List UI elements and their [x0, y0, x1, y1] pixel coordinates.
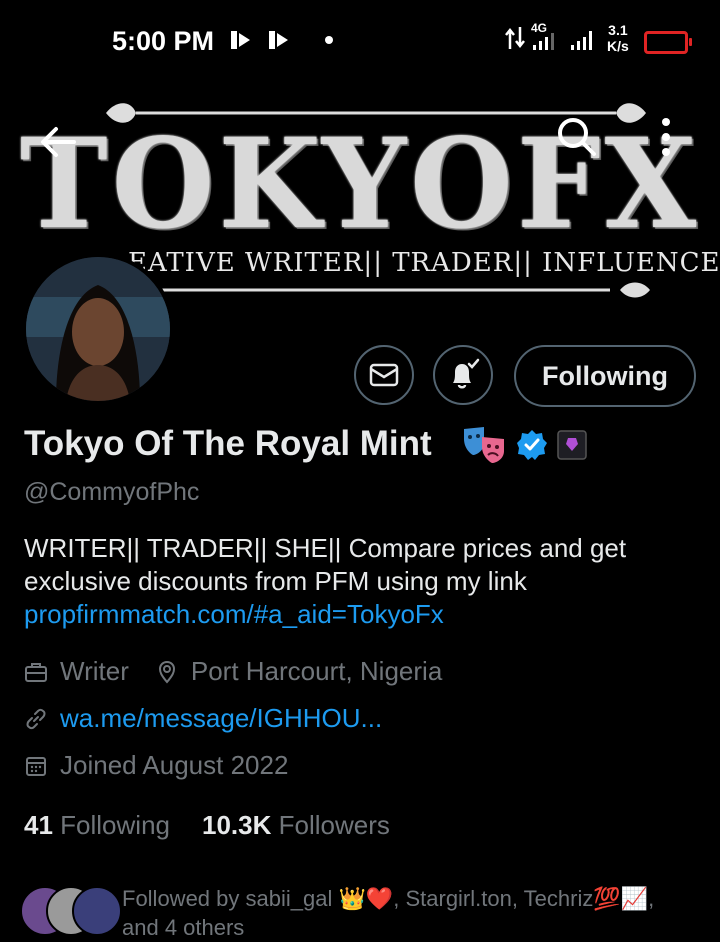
avatar [72, 886, 122, 936]
network-speed: 3.1 K/s [607, 22, 629, 54]
pin-icon [158, 660, 175, 684]
website-row: wa.me/message/IGHHOU... [24, 703, 382, 734]
profile-meta-row: Writer Port Harcourt, Nigeria [24, 656, 442, 687]
more-vertical-icon[interactable] [654, 114, 678, 160]
media-app-icon [231, 31, 250, 49]
display-name: Tokyo Of The Royal Mint [24, 424, 432, 463]
following-count: 41 [24, 810, 53, 840]
profession: Writer [60, 656, 129, 686]
follow-stats: 41 Following 10.3K Followers [24, 810, 390, 841]
link-icon [26, 708, 46, 729]
notification-dot-icon [325, 36, 333, 44]
calendar-icon [26, 756, 46, 776]
network-type: 4G [531, 21, 548, 35]
bio-text: WRITER|| TRADER|| SHE|| Compare prices a… [24, 533, 627, 596]
mutual-followers-avatars[interactable] [20, 886, 122, 936]
bell-check-icon [453, 358, 480, 389]
battery-icon [644, 31, 692, 54]
website-link[interactable]: wa.me/message/IGHHOU... [60, 703, 382, 734]
ornament-decoration [150, 282, 650, 298]
followed-by-text[interactable]: Followed by sabii_gal 👑❤️, Stargirl.ton,… [122, 884, 682, 942]
joined-row: Joined August 2022 [24, 750, 288, 781]
joined-date: Joined August 2022 [60, 750, 289, 780]
notifications-button[interactable] [433, 345, 493, 405]
following-button[interactable]: Following [514, 345, 696, 407]
envelope-icon [369, 363, 399, 387]
briefcase-icon [25, 662, 47, 682]
followers-count: 10.3K [201, 810, 272, 840]
status-right-icons: 4G 3.1 K/s [505, 21, 629, 54]
theater-masks-icon [464, 427, 504, 463]
avatar[interactable] [22, 253, 174, 405]
network-speed-value: 3.1 [608, 22, 628, 38]
followers-stat[interactable]: 10.3K Followers [202, 810, 390, 841]
affiliate-badge-icon[interactable] [556, 429, 588, 461]
verified-badge-icon[interactable] [516, 429, 548, 461]
following-label: Following [60, 810, 170, 840]
banner-title: TOKYOFX [19, 110, 701, 257]
media-app-icon [269, 31, 288, 49]
network-speed-unit: K/s [607, 38, 629, 54]
signal-bars-icon [571, 31, 592, 50]
status-time: 5:00 PM [112, 26, 215, 56]
banner-subtitle: EATIVE WRITER|| TRADER|| INFLUENCER [128, 248, 720, 278]
bio: WRITER|| TRADER|| SHE|| Compare prices a… [24, 532, 684, 631]
followers-label: Followers [278, 810, 390, 840]
search-icon[interactable] [552, 112, 600, 160]
data-transfer-icon [505, 27, 525, 49]
message-button[interactable] [354, 345, 414, 405]
status-notification-icons [228, 27, 292, 53]
location: Port Harcourt, Nigeria [190, 656, 443, 686]
following-stat[interactable]: 41 Following [24, 810, 170, 841]
status-bar: 5:00 PM 4G 3.1 K/s [0, 0, 720, 84]
arrow-left-icon[interactable] [34, 118, 82, 166]
bio-link[interactable]: propfirmmatch.com/#a_aid=TokyoFx [24, 598, 684, 631]
name-badges [462, 424, 588, 466]
handle: @CommyofPhc [24, 478, 200, 506]
signal-4g-icon: 4G [531, 21, 563, 51]
